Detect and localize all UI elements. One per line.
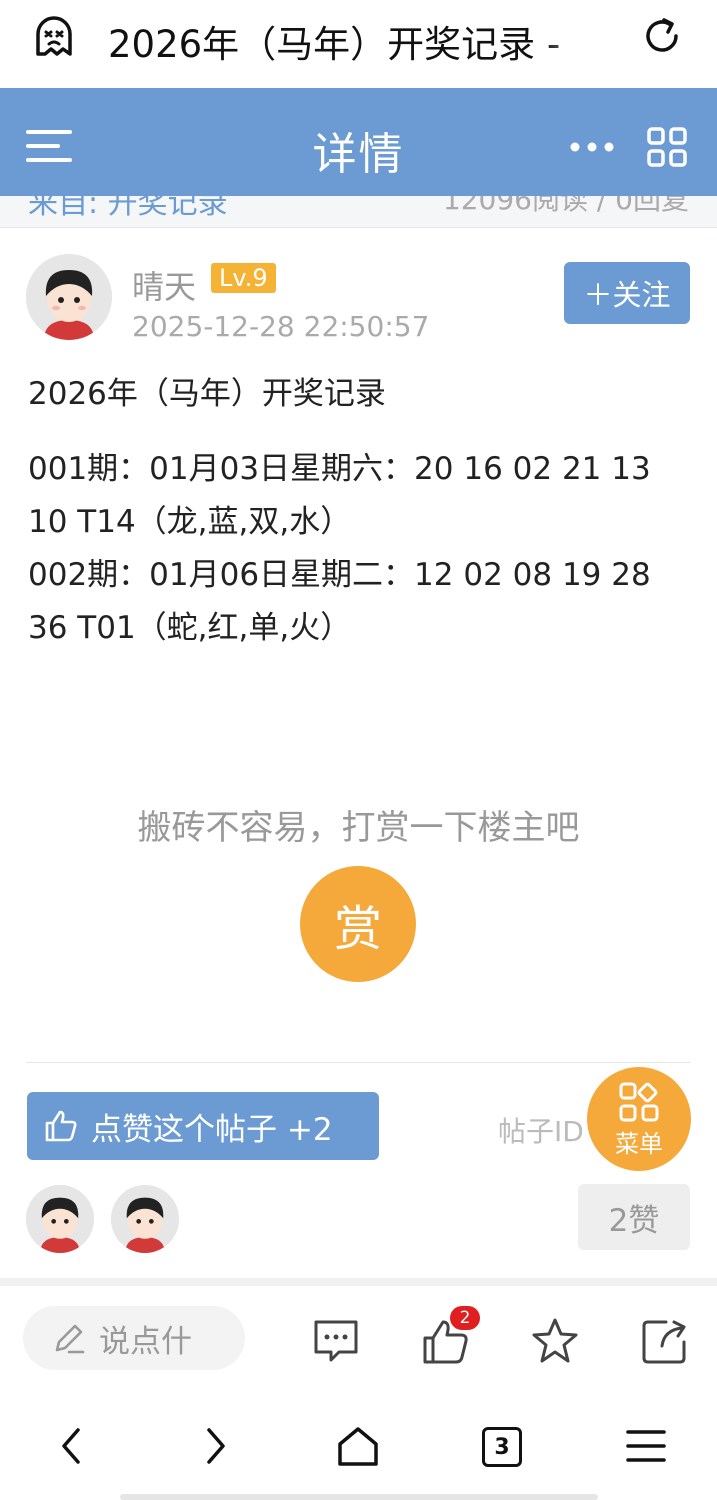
star-icon[interactable] <box>530 1316 580 1366</box>
app-header: 详情 <box>0 88 717 196</box>
post-line: 002期：01月06日星期二：12 02 08 19 28 36 T01（蛇,红… <box>28 557 651 646</box>
reward-tip: 搬砖不容易，打赏一下楼主吧 <box>137 808 580 848</box>
read-count: 12096阅读 / 0回复 <box>442 196 689 216</box>
divider <box>26 1062 690 1063</box>
browser-tab-title[interactable]: 2026年（马年）开奖记录 - <box>108 14 618 68</box>
more-icon[interactable] <box>568 140 616 154</box>
forward-icon[interactable] <box>193 1424 237 1468</box>
menu-fab-label: 菜单 <box>615 1129 663 1158</box>
forum-source[interactable]: 来自: 开奖记录 <box>28 196 228 222</box>
back-icon[interactable] <box>50 1424 94 1468</box>
post-time: 2025-12-28 22:50:57 <box>132 310 430 343</box>
apps-icon <box>619 1082 659 1121</box>
like-post-label: 点赞这个帖子 +2 <box>91 1111 333 1148</box>
browser-bar: 2026年（马年）开奖记录 - <box>0 0 717 88</box>
tabs-icon[interactable]: 3 <box>482 1427 522 1467</box>
ghost-icon[interactable] <box>32 14 76 58</box>
like-count-button[interactable]: 2赞 <box>578 1184 690 1250</box>
grid-icon[interactable] <box>646 126 688 168</box>
comment-input[interactable]: 说点什 <box>23 1306 245 1370</box>
like-badge: 2 <box>450 1306 480 1330</box>
post-content: 2026年（马年）开奖记录 001期：01月03日星期六：20 16 02 21… <box>28 368 678 655</box>
comment-placeholder: 说点什 <box>99 1323 192 1360</box>
follow-button[interactable]: ＋关注 <box>564 262 690 324</box>
post-line: 001期：01月03日星期六：20 16 02 21 13 10 T14（龙,蓝… <box>28 451 651 540</box>
share-icon[interactable] <box>640 1316 690 1366</box>
subheader: 来自: 开奖记录 12096阅读 / 0回复 <box>0 196 717 228</box>
level-badge: Lv.9 <box>211 263 276 293</box>
pencil-icon <box>55 1324 85 1354</box>
avatar[interactable] <box>26 254 112 340</box>
tabs-count: 3 <box>494 1434 510 1460</box>
section-separator <box>0 1278 717 1286</box>
browser-menu-icon[interactable] <box>624 1424 668 1468</box>
like-post-button[interactable]: 点赞这个帖子 +2 <box>27 1092 379 1160</box>
post-heading: 2026年（马年）开奖记录 <box>28 376 386 412</box>
reward-button[interactable]: 赏 <box>300 866 416 982</box>
author-name[interactable]: 晴天 <box>132 262 196 308</box>
liker-avatar[interactable] <box>111 1185 179 1253</box>
home-icon[interactable] <box>336 1424 380 1468</box>
liker-avatar[interactable] <box>26 1185 94 1253</box>
home-indicator <box>120 1494 598 1500</box>
comment-icon[interactable] <box>311 1316 361 1366</box>
menu-fab[interactable]: 菜单 <box>587 1067 691 1171</box>
thumbs-up-icon <box>45 1110 77 1142</box>
refresh-icon[interactable] <box>640 14 684 58</box>
post-id: 帖子ID <box>498 1115 584 1148</box>
